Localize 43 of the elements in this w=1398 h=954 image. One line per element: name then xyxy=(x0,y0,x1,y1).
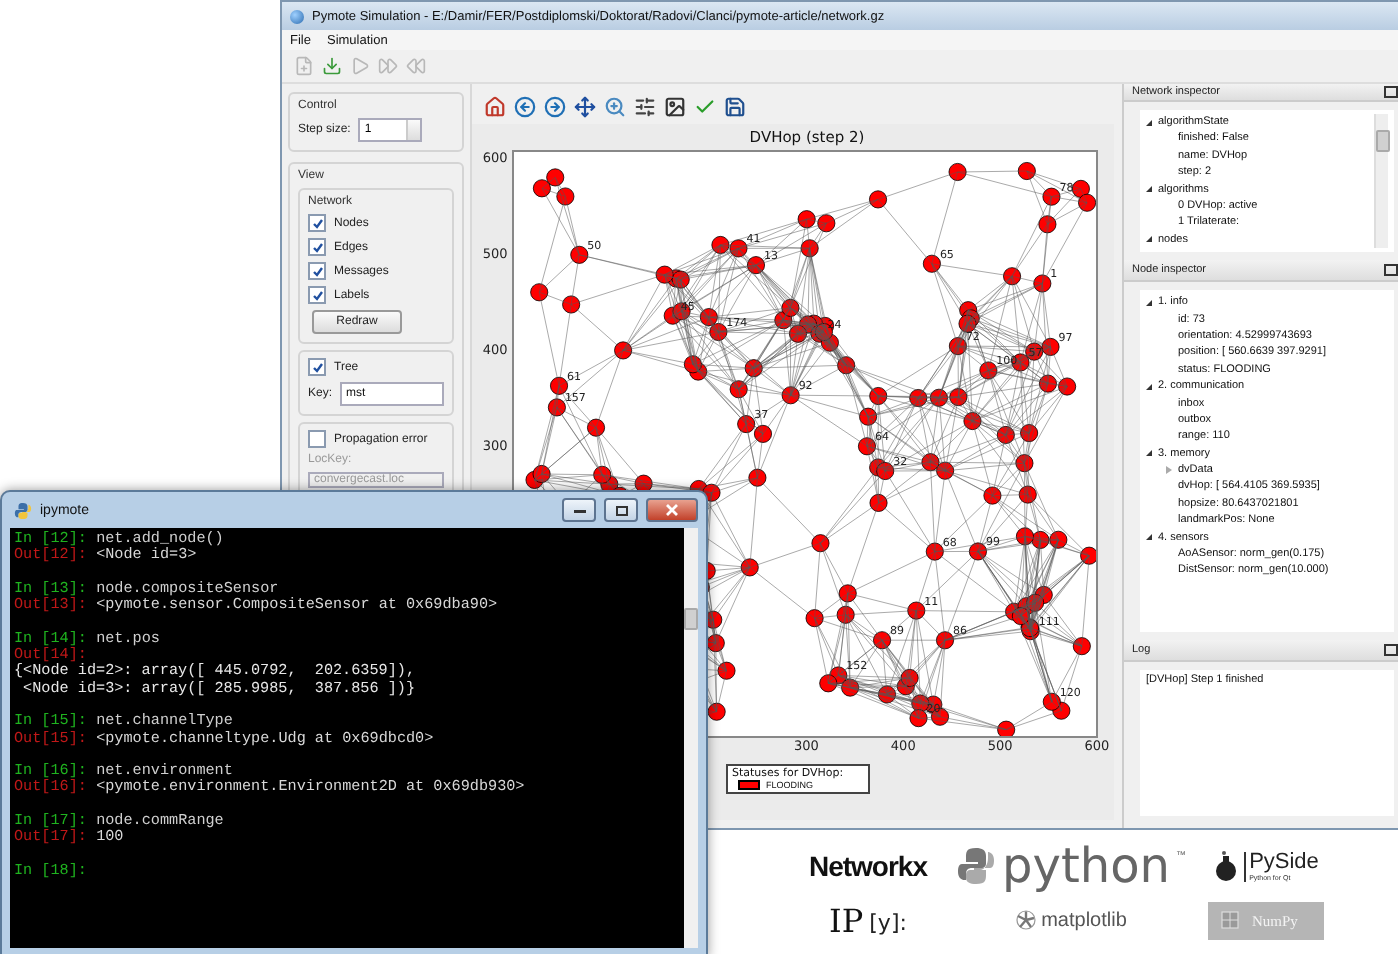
minimize-icon xyxy=(573,506,585,514)
home-icon[interactable] xyxy=(484,95,506,117)
minimize-button[interactable] xyxy=(562,498,596,522)
expander-icon[interactable] xyxy=(1146,383,1152,390)
expander-icon[interactable] xyxy=(1146,236,1152,243)
close-button[interactable] xyxy=(646,498,698,522)
logo-wordmark: Networkx xyxy=(808,850,928,882)
logo-prompt: [y]: xyxy=(869,910,907,936)
app-icon xyxy=(290,9,304,23)
check-icon[interactable] xyxy=(694,95,716,117)
zoom-icon[interactable] xyxy=(604,95,626,117)
maximize-icon xyxy=(615,505,627,515)
logo-wordmark: python xyxy=(1002,842,1170,890)
image-icon[interactable] xyxy=(664,95,686,117)
float-icon[interactable] xyxy=(1384,644,1398,656)
expander-icon[interactable] xyxy=(1146,186,1152,193)
flask-icon xyxy=(1213,850,1238,882)
logo-wordmark: IP xyxy=(829,901,864,939)
float-icon[interactable] xyxy=(1384,85,1398,98)
maximize-button[interactable] xyxy=(604,498,638,522)
expander-icon[interactable] xyxy=(1146,119,1152,126)
checkbox[interactable] xyxy=(308,238,326,256)
logo-wordmark: matplotlib xyxy=(1041,909,1127,931)
checkbox[interactable] xyxy=(308,358,326,376)
checkbox[interactable] xyxy=(308,262,326,280)
sunburst-icon xyxy=(1015,910,1036,930)
snake-icon xyxy=(956,844,997,888)
sliders-icon[interactable] xyxy=(634,95,656,117)
move-icon[interactable] xyxy=(574,95,596,117)
save-icon[interactable] xyxy=(724,95,746,117)
expander-icon[interactable] xyxy=(1146,534,1152,541)
expander-icon[interactable] xyxy=(1146,299,1152,306)
download-icon[interactable] xyxy=(322,56,342,76)
close-icon xyxy=(666,504,678,516)
checkbox[interactable] xyxy=(308,286,326,304)
scrollbar[interactable] xyxy=(1374,113,1388,248)
cube-icon xyxy=(1220,910,1240,930)
expander-icon[interactable] xyxy=(1146,450,1152,457)
checkbox[interactable] xyxy=(308,214,326,232)
logo-wordmark: PySide xyxy=(1249,851,1319,873)
snake-icon xyxy=(14,501,32,519)
scrollbar[interactable] xyxy=(684,528,698,948)
float-icon[interactable] xyxy=(1384,264,1398,276)
